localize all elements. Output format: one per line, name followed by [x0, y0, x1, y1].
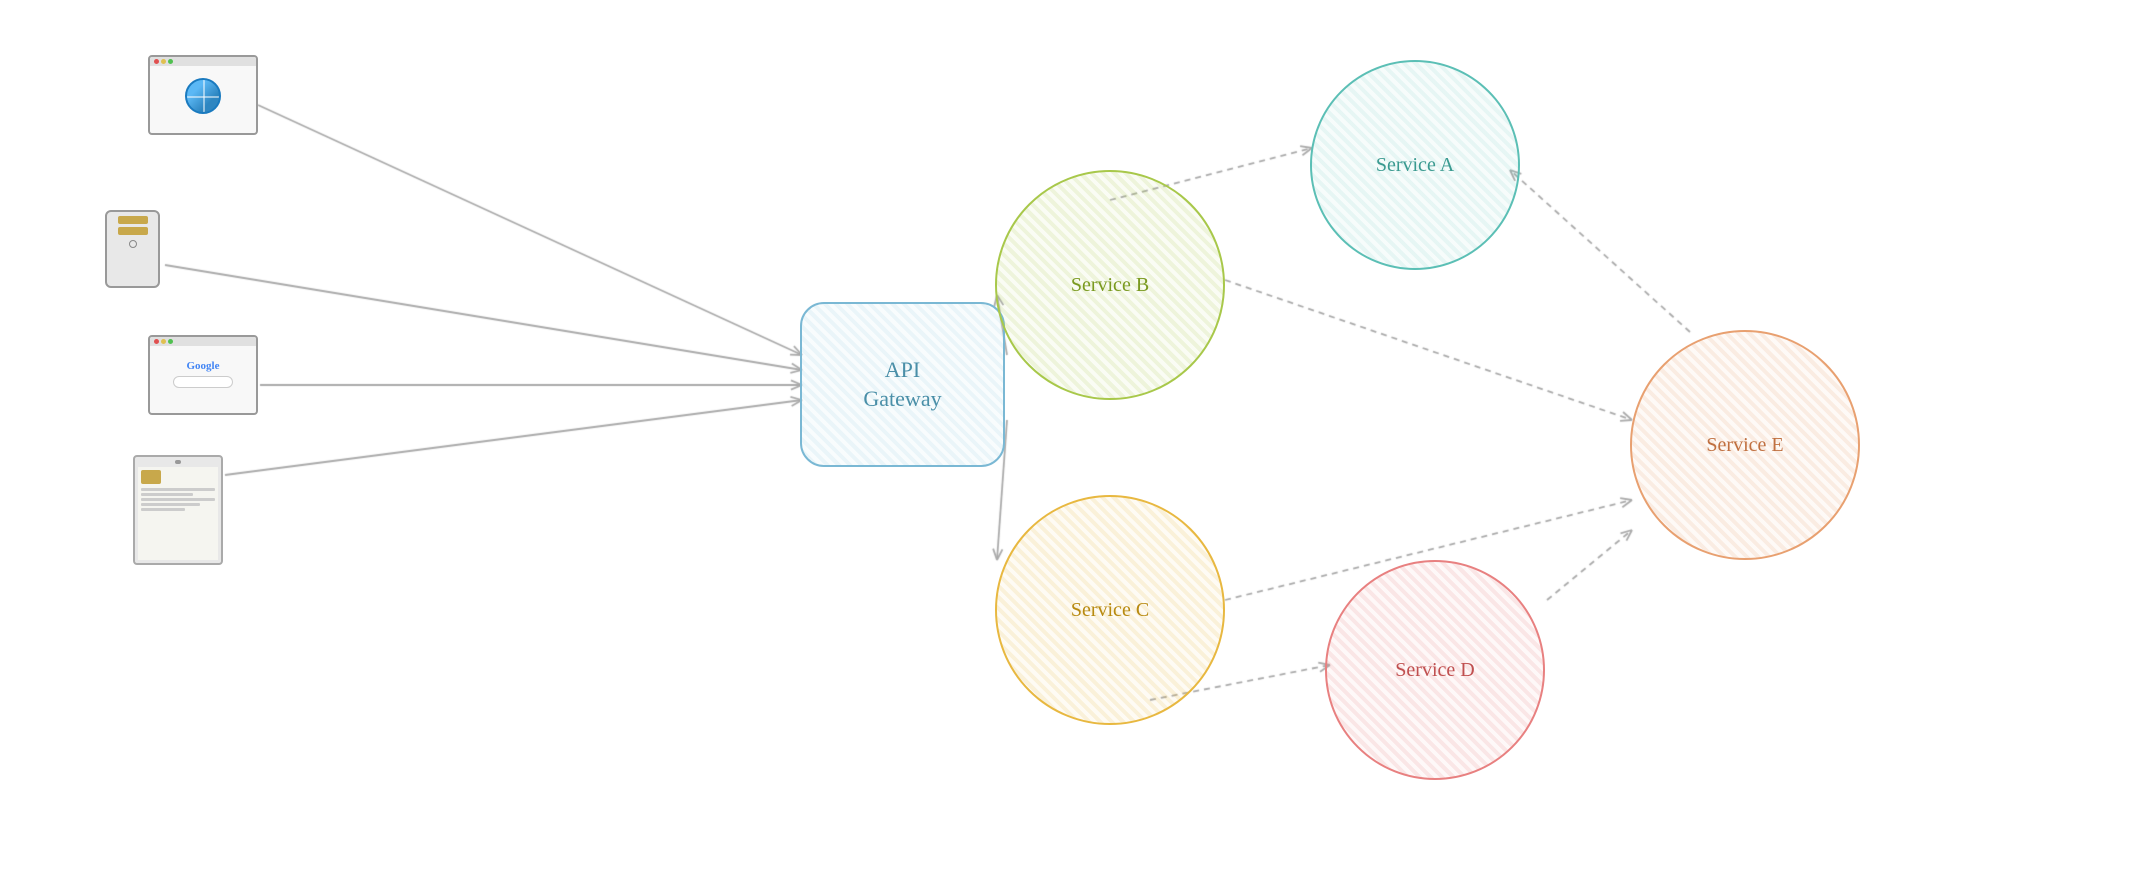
globe-icon: [185, 78, 221, 114]
service-b: Service B: [995, 170, 1225, 400]
service-a: Service A: [1310, 60, 1520, 270]
tablet-image: [141, 470, 161, 484]
gateway-label: APIGateway: [863, 356, 941, 413]
service-e: Service E: [1630, 330, 1860, 560]
tablet-camera: [175, 460, 181, 464]
diagram-container: Google APIGateway Service A Service B: [0, 0, 2138, 888]
google-browser-client: Google: [148, 335, 258, 415]
web-browser-client: [148, 55, 258, 135]
service-b-label: Service B: [1071, 274, 1149, 297]
service-c: Service C: [995, 495, 1225, 725]
service-c-label: Service C: [1071, 599, 1149, 622]
api-gateway: APIGateway: [800, 302, 1005, 467]
service-d: Service D: [1325, 560, 1545, 780]
service-e-label: Service E: [1706, 434, 1783, 457]
mobile-home-button: [129, 240, 137, 248]
mobile-client: [105, 210, 160, 288]
service-d-label: Service D: [1395, 659, 1474, 682]
service-a-label: Service A: [1376, 154, 1454, 177]
tablet-client: [133, 455, 223, 565]
